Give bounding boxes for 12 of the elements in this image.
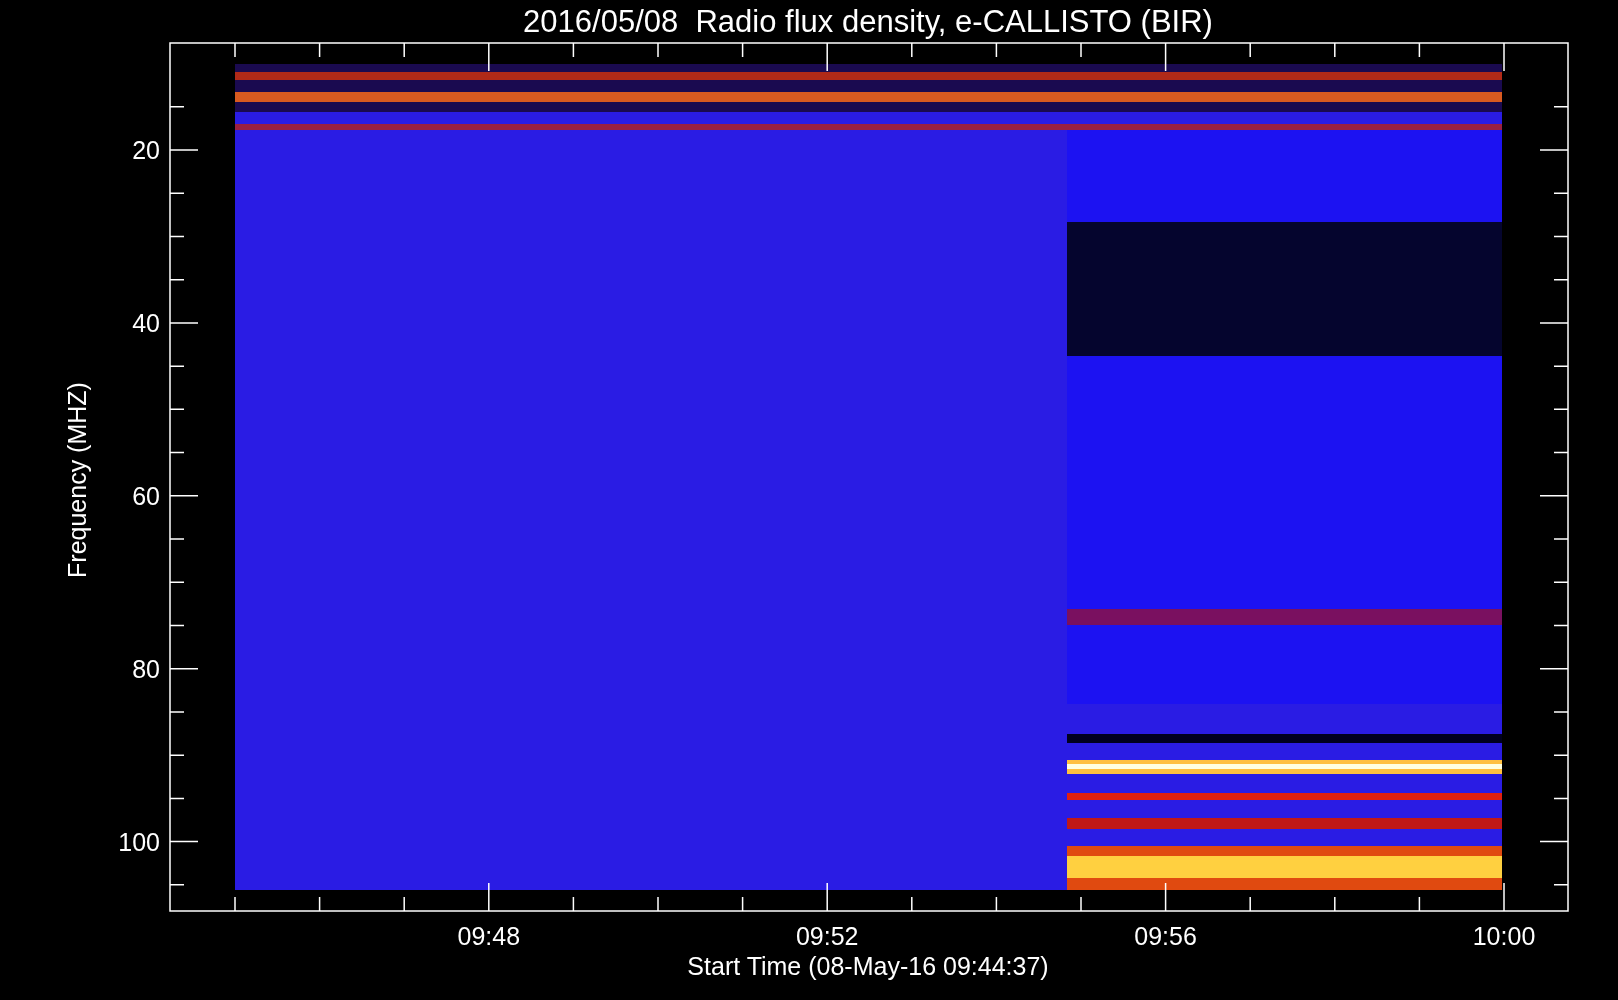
tick-label: 09:56 [1134,922,1197,950]
x-axis-label: Start Time (08-May-16 09:44:37) [687,952,1049,980]
tick-label: 60 [132,481,160,510]
tick-label: 100 [118,827,160,856]
tick-label: 80 [132,654,160,683]
tick-label: 20 [132,136,160,164]
tick-label: 09:48 [457,922,521,950]
plot-title: 2016/05/08 Radio flux density, e-CALLISTO (BIR) [523,4,1213,39]
tick-label: 40 [132,308,160,337]
tick-label: 10:00 [1472,922,1536,950]
y-axis-label: Frequency (MHZ) [63,382,91,578]
tick-label: 09:52 [795,922,859,950]
